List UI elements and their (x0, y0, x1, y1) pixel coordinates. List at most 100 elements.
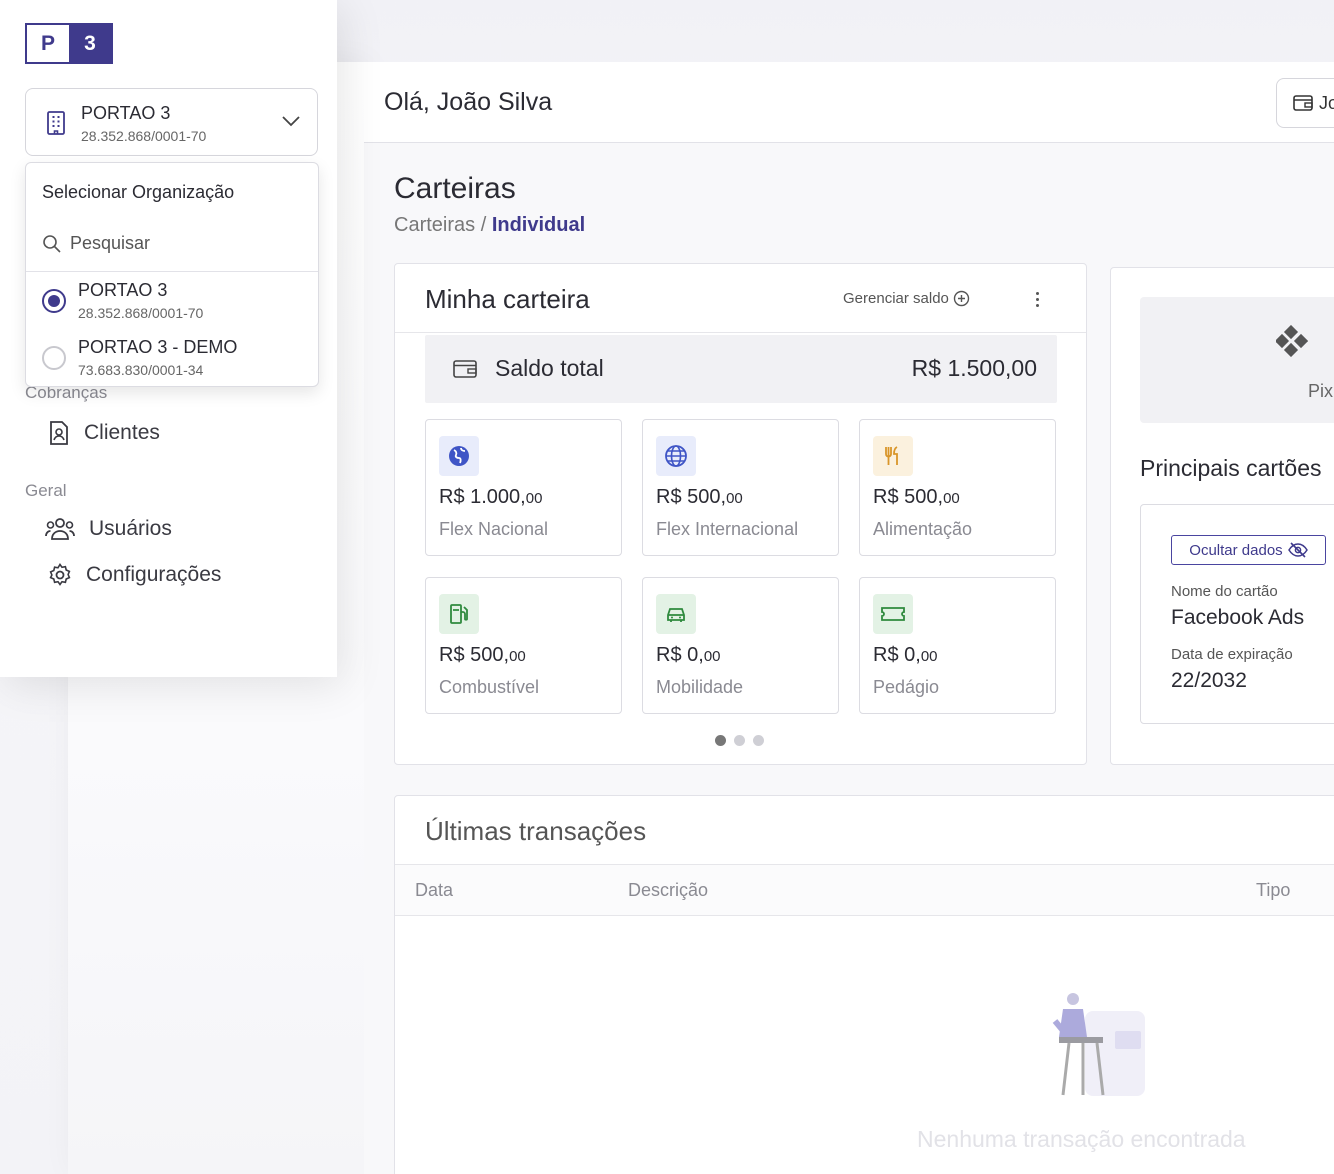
chevron-down-icon (282, 116, 300, 127)
benefit-value: R$ 500,00 (656, 486, 743, 508)
benefit-label: Flex Internacional (656, 519, 799, 539)
sidebar-item-label: Configurações (86, 563, 222, 586)
fork-knife-icon (873, 436, 913, 476)
column-header-description[interactable]: Descrição (628, 880, 708, 901)
manage-balance-label: Gerenciar saldo (843, 290, 949, 307)
organization-cnpj: 28.352.868/0001-70 (81, 128, 207, 144)
organization-option[interactable]: PORTAO 3 28.352.868/0001-70 (42, 280, 312, 330)
benefit-card-combustivel[interactable]: R$ 500,00 Combustível (425, 577, 622, 714)
sidebar-item-label: Usuários (89, 517, 172, 540)
top-cards-title: Principais cartões (1140, 455, 1322, 481)
empty-state-illustration (1052, 993, 1145, 1096)
logo-letter: P (27, 25, 69, 62)
benefit-label: Flex Nacional (439, 519, 549, 539)
wallet-card-header: Minha carteira Gerenciar saldo (395, 264, 1086, 333)
fuel-pump-icon (439, 594, 479, 634)
globe-grid-icon (656, 436, 696, 476)
greeting: Olá, João Silva (384, 88, 553, 116)
search-placeholder: Pesquisar (70, 233, 151, 253)
plus-circle-icon (953, 290, 970, 307)
radio-selected[interactable] (42, 289, 66, 313)
organization-dropdown: Selecionar Organização Pesquisar PORTAO … (25, 162, 319, 387)
benefit-value: R$ 1.000,00 (439, 486, 543, 508)
manage-balance-button[interactable]: Gerenciar saldo (843, 290, 970, 307)
logo-number: 3 (69, 25, 111, 62)
breadcrumb: Carteiras / Individual (394, 214, 585, 237)
radio-unselected[interactable] (42, 346, 66, 370)
benefit-card-mobilidade[interactable]: R$ 0,00 Mobilidade (642, 577, 839, 714)
sidebar-item-configuracoes[interactable]: Configurações (48, 563, 221, 587)
benefit-value: R$ 0,00 (873, 644, 938, 666)
option-cnpj: 73.683.830/0001-34 (78, 362, 204, 378)
benefit-label: Alimentação (873, 519, 973, 539)
sidebar: P 3 PORTAO 3 28.352.868/0001-70 Cobrança… (0, 0, 337, 677)
column-header-date[interactable]: Data (415, 880, 453, 901)
benefit-card-flex-nacional[interactable]: R$ 1.000,00 Flex Nacional (425, 419, 622, 556)
dropdown-title: Selecionar Organização (42, 182, 235, 202)
carousel-dot[interactable] (715, 735, 726, 746)
pix-button[interactable]: Pix (1140, 297, 1334, 423)
users-icon (45, 518, 75, 540)
ticket-icon (873, 594, 913, 634)
carousel-dot[interactable] (734, 735, 745, 746)
sidebar-item-clientes[interactable]: Clientes (48, 420, 160, 446)
column-header-type[interactable]: Tipo (1256, 880, 1290, 901)
sidebar-item-usuarios[interactable]: Usuários (45, 517, 172, 541)
organization-search-input[interactable]: Pesquisar (42, 233, 150, 254)
pix-icon (1276, 325, 1308, 357)
benefit-card-pedagio[interactable]: R$ 0,00 Pedágio (859, 577, 1056, 714)
account-button[interactable]: Jo (1276, 78, 1334, 128)
globe-americas-icon (439, 436, 479, 476)
organization-selector[interactable]: PORTAO 3 28.352.868/0001-70 (25, 88, 318, 156)
carousel-dot[interactable] (753, 735, 764, 746)
expiry-value: 22/2032 (1171, 669, 1247, 692)
sidebar-item-label: Clientes (84, 421, 160, 444)
organization-option[interactable]: PORTAO 3 - DEMO 73.683.830/0001-34 (42, 337, 312, 387)
wallet-card: Minha carteira Gerenciar saldo Saldo tot… (394, 263, 1087, 765)
option-cnpj: 28.352.868/0001-70 (78, 305, 204, 321)
page-title: Carteiras (394, 172, 516, 205)
wallet-icon (453, 360, 477, 378)
transactions-card: Últimas transações Data Descrição Tipo N… (394, 795, 1334, 1174)
top-bar: Olá, João Silva Jo (364, 62, 1334, 143)
eye-off-icon (1287, 542, 1308, 558)
expiry-label: Data de expiração (1171, 646, 1293, 663)
breadcrumb-separator: / (475, 214, 492, 236)
pix-label: Pix (1308, 381, 1334, 401)
building-icon (47, 111, 65, 135)
total-balance: Saldo total R$ 1.500,00 (425, 335, 1057, 403)
benefit-label: Pedágio (873, 677, 940, 697)
hide-data-button[interactable]: Ocultar dados (1171, 535, 1326, 565)
divider (26, 271, 318, 272)
empty-state-message: Nenhuma transação encontrada (917, 1126, 1246, 1152)
right-panel: Pix Principais cartões Ocultar dados Nom… (1110, 267, 1334, 765)
more-options-icon[interactable] (1027, 288, 1047, 310)
benefit-label: Mobilidade (656, 677, 744, 697)
wallet-icon (1293, 95, 1313, 111)
option-name: PORTAO 3 (78, 280, 168, 300)
organization-name: PORTAO 3 (81, 103, 171, 123)
carousel-pagination (715, 735, 764, 746)
benefit-label: Combustível (439, 677, 540, 697)
hide-data-label: Ocultar dados (1189, 541, 1283, 559)
benefit-card-alimentacao[interactable]: R$ 500,00 Alimentação (859, 419, 1056, 556)
benefit-value: R$ 500,00 (439, 644, 526, 666)
wallet-title: Minha carteira (425, 284, 590, 314)
contact-file-icon (50, 421, 68, 445)
benefit-card-flex-internacional[interactable]: R$ 500,00 Flex Internacional (642, 419, 839, 556)
breadcrumb-root[interactable]: Carteiras (394, 214, 475, 236)
card-summary: Ocultar dados Nome do cartão Facebook Ad… (1140, 504, 1334, 724)
breadcrumb-current: Individual (491, 214, 586, 236)
gear-icon (49, 563, 71, 586)
logo[interactable]: P 3 (25, 23, 113, 64)
benefit-value: R$ 500,00 (873, 486, 960, 508)
car-icon (656, 594, 696, 634)
total-balance-value: R$ 1.500,00 (911, 355, 1037, 381)
card-name-label: Nome do cartão (1171, 583, 1278, 600)
section-label-geral: Geral (25, 481, 67, 500)
search-icon (43, 234, 61, 253)
option-name: PORTAO 3 - DEMO (78, 337, 238, 357)
transactions-table-header: Data Descrição Tipo (395, 864, 1334, 916)
benefit-value: R$ 0,00 (656, 644, 721, 666)
account-button-label: Jo (1319, 92, 1334, 113)
